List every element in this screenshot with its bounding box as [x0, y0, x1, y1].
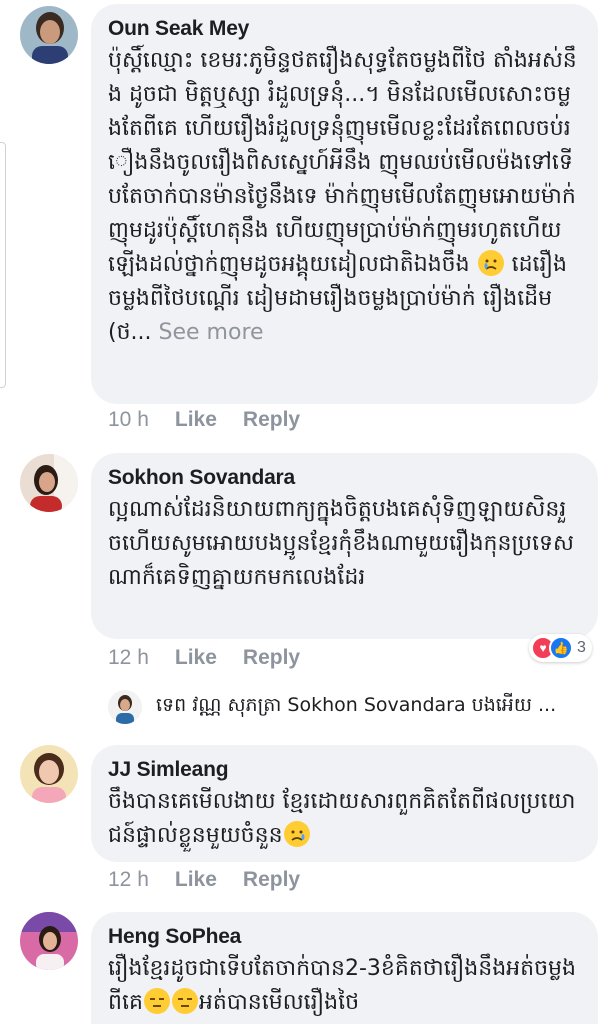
author-name[interactable]: Heng SoPhea: [108, 924, 580, 950]
see-more-link[interactable]: See more: [159, 320, 264, 345]
comment-text: ប៉ុស្តិ៍ឈ្មោះ ខេមរៈភូមិន្ទថតរឿងសុទ្ធតែចម…: [108, 48, 577, 345]
comment-text: រឿងខ្មែរដូចជាទើបតែចាក់បាន2-3ខំគិតថារឿងនឹ…: [108, 956, 576, 1015]
reaction-summary[interactable]: ♥ 👍 3: [529, 634, 592, 662]
reply-button[interactable]: Reply: [243, 646, 300, 669]
side-panel-handle[interactable]: [0, 142, 6, 388]
avatar[interactable]: [20, 6, 78, 64]
reply-preview-text: ទេព វណ្ណ សុភត្រា Sokhon Sovandara បងអើយ …: [156, 694, 557, 716]
comment-actions: 12 h Like Reply: [108, 646, 326, 670]
reply-button[interactable]: Reply: [243, 868, 300, 891]
comment-actions: 12 h Like Reply: [108, 868, 326, 892]
avatar[interactable]: [20, 454, 78, 512]
comment-bubble: Sokhon Sovandara ល្អណាស់ដែរនិយាយពាក្យក្ន…: [91, 453, 598, 639]
reply-button[interactable]: Reply: [243, 408, 300, 431]
author-name[interactable]: Sokhon Sovandara: [108, 465, 580, 491]
avatar[interactable]: [20, 745, 78, 803]
author-name[interactable]: JJ Simleang: [108, 757, 580, 783]
reply-preview[interactable]: ទេព វណ្ណ សុភត្រា Sokhon Sovandara បងអើយ …: [108, 690, 556, 724]
like-reaction-icon: 👍: [549, 636, 573, 660]
timestamp[interactable]: 12 h: [108, 868, 149, 891]
reaction-count: 3: [577, 639, 586, 656]
comment-text: ល្អណាស់ដែរនិយាយពាក្យក្នុងចិត្តបងគេសុំទិញ…: [108, 497, 574, 590]
like-button[interactable]: Like: [175, 868, 217, 891]
comment-thread: Oun Seak Mey ប៉ុស្តិ៍ឈ្មោះ ខេមរៈភូមិន្ទថ…: [0, 0, 613, 1024]
avatar: [108, 690, 142, 724]
like-button[interactable]: Like: [175, 408, 217, 431]
timestamp[interactable]: 12 h: [108, 646, 149, 669]
timestamp[interactable]: 10 h: [108, 408, 149, 431]
expressionless-emoji: [143, 988, 170, 1014]
expressionless-emoji: [171, 988, 198, 1014]
like-button[interactable]: Like: [175, 646, 217, 669]
comment-bubble: Heng SoPhea រឿងខ្មែរដូចជាទើបតែចាក់បាន2-3…: [91, 912, 598, 1024]
crying-emoji: [477, 250, 504, 276]
author-name[interactable]: Oun Seak Mey: [108, 16, 580, 42]
comment-actions: 10 h Like Reply: [108, 408, 326, 432]
comment-bubble: JJ Simleang ចឹងបានគេមើលងាយ ខ្មែរដោយសារពួ…: [91, 745, 598, 862]
sad-emoji: [283, 821, 310, 847]
avatar[interactable]: [20, 912, 78, 970]
comment-bubble: Oun Seak Mey ប៉ុស្តិ៍ឈ្មោះ ខេមរៈភូមិន្ទថ…: [91, 4, 598, 404]
comment-text: ចឹងបានគេមើលងាយ ខ្មែរដោយសារពួកគិតតែពីផលប្…: [108, 789, 576, 848]
